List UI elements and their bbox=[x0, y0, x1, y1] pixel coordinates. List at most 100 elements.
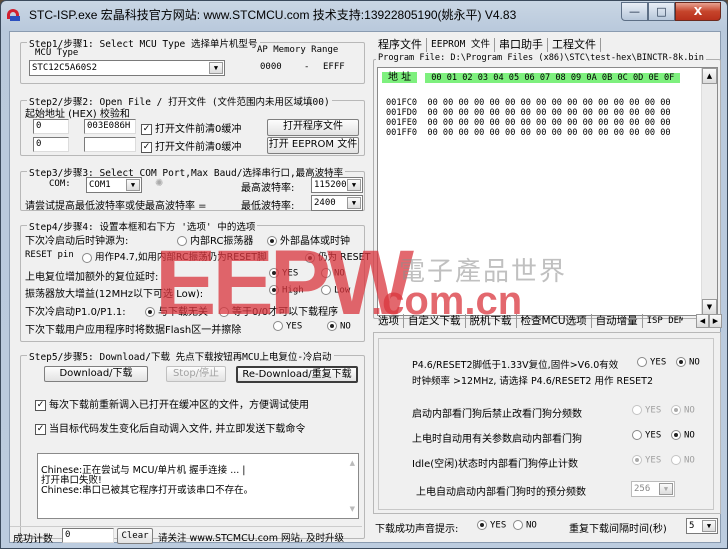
hex-view[interactable]: 地 址 00 01 02 03 04 05 06 07 08 09 0A 0B 0… bbox=[377, 67, 718, 316]
redownload-button[interactable]: Re-Download/重复下载 bbox=[236, 366, 358, 383]
osc-gain-low-radio[interactable]: Low bbox=[321, 285, 350, 296]
wdt-disable-change-no-radio[interactable]: NO bbox=[671, 405, 695, 416]
reload-before-download-checkbox[interactable]: ✓ 每次下载前重新调入已打开在缓冲区的文件，方便调试使用 bbox=[35, 396, 309, 411]
tab-custom-download[interactable]: 自定义下载 bbox=[404, 314, 466, 328]
start-addr-input-2[interactable]: 0 bbox=[33, 137, 69, 152]
open-program-file-button[interactable]: 打开程序文件 bbox=[267, 119, 359, 136]
radio-selected-icon[interactable] bbox=[305, 252, 315, 263]
wdt-idle-stop-yes-radio[interactable]: YES bbox=[632, 455, 661, 466]
radio-icon[interactable] bbox=[632, 405, 642, 415]
checkbox-checked-icon[interactable]: ✓ bbox=[141, 141, 152, 153]
scroll-down-icon[interactable]: ▼ bbox=[702, 299, 717, 315]
checkbox-checked-icon[interactable]: ✓ bbox=[35, 423, 46, 435]
checkbox-checked-icon[interactable]: ✓ bbox=[141, 123, 152, 135]
scroll-down-icon[interactable]: ▼ bbox=[350, 504, 355, 514]
tab-program-file[interactable]: 程序文件 bbox=[374, 38, 427, 52]
reset-pin-p47-radio[interactable]: 用作P4.7,如用内部RC振荡仍为RESET脚 bbox=[82, 249, 267, 263]
max-baud-select[interactable]: 115200 ▼ bbox=[311, 177, 363, 193]
radio-selected-icon[interactable] bbox=[632, 455, 642, 465]
clock-source-external-radio[interactable]: 外部晶体或时钟 bbox=[267, 232, 350, 247]
start-addr-input-1[interactable]: 0 bbox=[33, 119, 69, 134]
repeat-interval-select[interactable]: 5 ▼ bbox=[686, 518, 718, 534]
close-button[interactable]: X bbox=[675, 2, 721, 21]
radio-selected-icon[interactable] bbox=[269, 268, 279, 278]
erase-flash-no-radio[interactable]: NO bbox=[327, 321, 351, 332]
mcu-type-select[interactable]: STC12C5A60S2 ▼ bbox=[29, 60, 225, 76]
min-baud-label: 最低波特率: bbox=[241, 201, 295, 212]
dropdown-arrow-icon[interactable]: ▼ bbox=[209, 62, 223, 74]
p10-p11-zero-radio[interactable]: 等于0/0才可以下载程序 bbox=[219, 303, 338, 318]
radio-selected-icon[interactable] bbox=[269, 285, 279, 295]
log-output[interactable]: Chinese:正在尝试与 MCU/单片机 握手连接 ... | 打开串口失败!… bbox=[37, 453, 359, 519]
radio-icon[interactable] bbox=[177, 236, 187, 246]
osc-gain-high-radio[interactable]: High bbox=[269, 285, 304, 296]
radio-icon[interactable] bbox=[671, 455, 681, 465]
radio-selected-icon[interactable] bbox=[145, 307, 155, 317]
wdt-auto-start-no-radio[interactable]: NO bbox=[671, 430, 695, 441]
radio-icon[interactable] bbox=[321, 268, 331, 278]
com-port-select[interactable]: COM1 ▼ bbox=[86, 177, 142, 193]
erase-flash-yes-radio[interactable]: YES bbox=[273, 321, 302, 332]
client-area: Step1/步骤1: Select MCU Type 选择单片机型号 MCU T… bbox=[9, 31, 722, 545]
tab-scroll-left-icon[interactable]: ◀ bbox=[696, 314, 709, 328]
p46-reset2-yes-radio[interactable]: YES bbox=[637, 357, 666, 368]
reset-delay-yes-radio[interactable]: YES bbox=[269, 268, 298, 279]
radio-selected-icon[interactable] bbox=[676, 357, 686, 367]
minimize-button[interactable]: — bbox=[621, 2, 648, 21]
hex-scrollbar[interactable]: ▲ ▼ bbox=[701, 68, 717, 315]
title-bar[interactable]: STC-ISP.exe 宏晶科技官方网站: www.STCMCU.com 技术支… bbox=[1, 1, 727, 27]
tab-scroll-right-icon[interactable]: ▶ bbox=[709, 314, 722, 328]
reset-pin-reset-radio[interactable]: 仍为 RESET bbox=[305, 249, 370, 263]
radio-label: NO bbox=[340, 321, 351, 332]
wdt-idle-stop-no-radio[interactable]: NO bbox=[671, 455, 695, 466]
download-button[interactable]: Download/下载 bbox=[44, 366, 148, 382]
tab-eeprom-file[interactable]: EEPROM 文件 bbox=[427, 38, 496, 52]
radio-icon[interactable] bbox=[273, 321, 283, 331]
stop-button[interactable]: Stop/停止 bbox=[166, 366, 226, 382]
sound-no-radio[interactable]: NO bbox=[513, 520, 537, 531]
clock-source-internal-radio[interactable]: 内部RC振荡器 bbox=[177, 232, 253, 247]
clear-buffer-checkbox-2[interactable]: ✓ 打开文件前清0缓冲 bbox=[141, 138, 241, 153]
p10-p11-ignore-radio[interactable]: 与下载无关 bbox=[145, 303, 208, 318]
scroll-up-icon[interactable]: ▲ bbox=[702, 68, 717, 84]
radio-selected-icon[interactable] bbox=[671, 405, 681, 415]
dropdown-arrow-icon[interactable]: ▼ bbox=[702, 520, 716, 532]
radio-selected-icon[interactable] bbox=[267, 236, 277, 246]
wdt-prescale-select[interactable]: 256 ▼ bbox=[631, 481, 675, 497]
min-baud-select[interactable]: 2400 ▼ bbox=[311, 195, 363, 211]
auto-reload-checkbox[interactable]: ✓ 当目标代码发生变化后自动调入文件, 并立即发送下载命令 bbox=[35, 420, 305, 435]
wdt-disable-change-yes-radio[interactable]: YES bbox=[632, 405, 661, 416]
radio-icon[interactable] bbox=[513, 520, 523, 530]
radio-icon[interactable] bbox=[82, 252, 92, 263]
radio-icon[interactable] bbox=[637, 357, 647, 367]
maximize-button[interactable]: □ bbox=[648, 2, 675, 21]
dropdown-arrow-icon[interactable]: ▼ bbox=[659, 483, 673, 495]
dropdown-arrow-icon[interactable]: ▼ bbox=[347, 179, 361, 191]
radio-selected-icon[interactable] bbox=[671, 430, 681, 440]
sound-yes-radio[interactable]: YES bbox=[477, 520, 506, 531]
clear-button[interactable]: Clear bbox=[117, 528, 153, 544]
download-settings-bar: 下载成功声音提示: YES NO 重复下载间隔时间(秒) 5 ▼ bbox=[373, 516, 721, 536]
reset-delay-no-radio[interactable]: NO bbox=[321, 268, 345, 279]
tab-offline-download[interactable]: 脱机下载 bbox=[466, 314, 517, 328]
checkbox-checked-icon[interactable]: ✓ bbox=[35, 399, 46, 411]
wdt-auto-start-yes-radio[interactable]: YES bbox=[632, 430, 661, 441]
dropdown-arrow-icon[interactable]: ▼ bbox=[347, 197, 361, 209]
tab-isp-demo[interactable]: ISP DEMC bbox=[643, 314, 683, 328]
radio-icon[interactable] bbox=[321, 285, 331, 295]
clear-buffer-checkbox-1[interactable]: ✓ 打开文件前清0缓冲 bbox=[141, 120, 241, 135]
tab-check-mcu-options[interactable]: 检查MCU选项 bbox=[517, 314, 592, 328]
tab-serial-assistant[interactable]: 串口助手 bbox=[495, 38, 549, 52]
hex-row-addr: 001FF0 bbox=[386, 128, 418, 138]
radio-icon[interactable] bbox=[632, 430, 642, 440]
tab-project-file[interactable]: 工程文件 bbox=[548, 38, 602, 52]
dropdown-arrow-icon[interactable]: ▼ bbox=[126, 179, 140, 191]
open-eeprom-file-button[interactable]: 打开 EEPROM 文件 bbox=[267, 137, 359, 154]
radio-icon[interactable] bbox=[219, 307, 229, 317]
p46-reset2-no-radio[interactable]: NO bbox=[676, 357, 700, 368]
tab-auto-increment[interactable]: 自动增量 bbox=[592, 314, 643, 328]
tab-options[interactable]: 选项 bbox=[374, 314, 404, 328]
radio-selected-icon[interactable] bbox=[477, 520, 487, 530]
scroll-up-icon[interactable]: ▲ bbox=[350, 458, 355, 468]
radio-selected-icon[interactable] bbox=[327, 321, 337, 331]
